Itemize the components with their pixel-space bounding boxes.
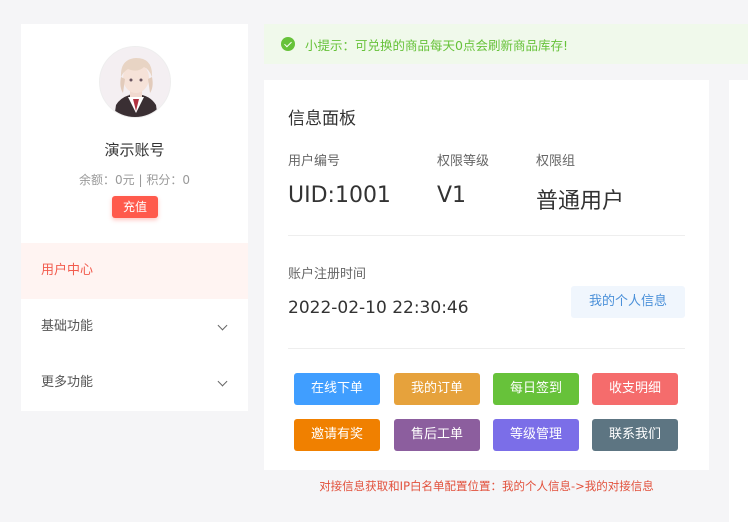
field-value: V1: [437, 183, 467, 208]
avatar: [99, 46, 171, 118]
field-value: UID:1001: [288, 183, 391, 208]
sidebar-item-label: 更多功能: [41, 375, 94, 390]
tip-banner: 小提示：可兑换的商品每天0点会刷新商品库存!: [264, 24, 748, 64]
my-orders-button[interactable]: 我的订单: [394, 373, 480, 405]
info-panel: 信息面板 用户编号 UID:1001 权限等级 V1 权限组 普通用户 账户注册…: [264, 80, 709, 470]
field-permission-level: 权限等级 V1: [437, 150, 489, 208]
tip-text: 小提示：可兑换的商品每天0点会刷新商品库存!: [305, 38, 568, 53]
panel-title: 信息面板: [288, 109, 356, 129]
online-order-button[interactable]: 在线下单: [294, 373, 380, 405]
sidebar-item-label: 基础功能: [41, 319, 94, 334]
field-label: 权限等级: [437, 154, 490, 169]
sidebar-item-basic-functions[interactable]: 基础功能: [21, 299, 248, 355]
user-sidebar: 演示账号 余额：0元 | 积分：0 充值 用户中心 基础功能 更多功能: [21, 24, 248, 411]
field-permission-group: 权限组 普通用户: [536, 150, 624, 215]
chevron-down-icon: [217, 320, 228, 331]
register-time-value: 2022-02-10 22:30:46: [288, 298, 469, 318]
invite-reward-button[interactable]: 邀请有奖: [294, 419, 380, 451]
api-info-note: 对接信息获取和IP白名单配置位置：我的个人信息->我的对接信息: [319, 479, 654, 493]
balance-points: 余额：0元 | 积分：0: [79, 173, 190, 187]
sidebar-item-user-center[interactable]: 用户中心: [21, 243, 248, 299]
recharge-button[interactable]: 充值: [112, 196, 158, 218]
sidebar-item-label: 用户中心: [41, 263, 94, 278]
contact-us-button[interactable]: 联系我们: [592, 419, 678, 451]
my-info-button[interactable]: 我的个人信息: [571, 286, 685, 318]
divider: [288, 348, 685, 349]
field-label: 权限组: [536, 154, 576, 169]
right-panel-edge: [729, 80, 748, 522]
sidebar-item-more-functions[interactable]: 更多功能: [21, 355, 248, 411]
check-circle-icon: [281, 37, 295, 51]
transactions-button[interactable]: 收支明细: [592, 373, 678, 405]
user-name: 演示账号: [104, 141, 165, 159]
divider: [288, 235, 685, 236]
daily-checkin-button[interactable]: 每日签到: [493, 373, 579, 405]
sidebar-nav: 用户中心 基础功能 更多功能: [21, 243, 248, 411]
field-label: 用户编号: [288, 154, 341, 169]
level-management-button[interactable]: 等级管理: [493, 419, 579, 451]
field-value: 普通用户: [536, 189, 625, 214]
avatar-image: [100, 47, 170, 117]
register-time-label: 账户注册时间: [288, 267, 367, 282]
chevron-down-icon: [217, 376, 228, 387]
after-sales-ticket-button[interactable]: 售后工单: [394, 419, 480, 451]
field-user-id: 用户编号 UID:1001: [288, 150, 391, 208]
